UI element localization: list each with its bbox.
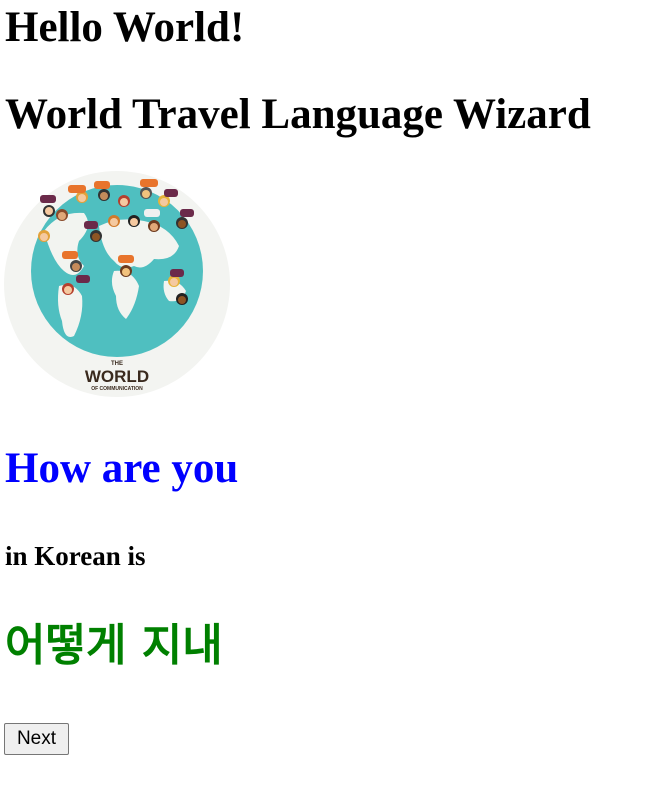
language-label: in Korean is xyxy=(5,541,146,571)
greeting-heading: Hello World! xyxy=(5,4,245,51)
next-button[interactable]: Next xyxy=(4,723,69,755)
logo-text-communication: OF COMMUNICATION xyxy=(91,386,143,392)
globe-illustration: THE WORLD OF COMMUNICATION xyxy=(4,171,230,397)
logo-text-world: WORLD xyxy=(85,367,149,386)
translation-heading: 어떻게 지내 xyxy=(5,620,223,671)
page-title: World Travel Language Wizard xyxy=(5,91,591,138)
phrase-heading: How are you xyxy=(5,445,239,492)
world-communication-image: THE WORLD OF COMMUNICATION xyxy=(4,171,230,397)
